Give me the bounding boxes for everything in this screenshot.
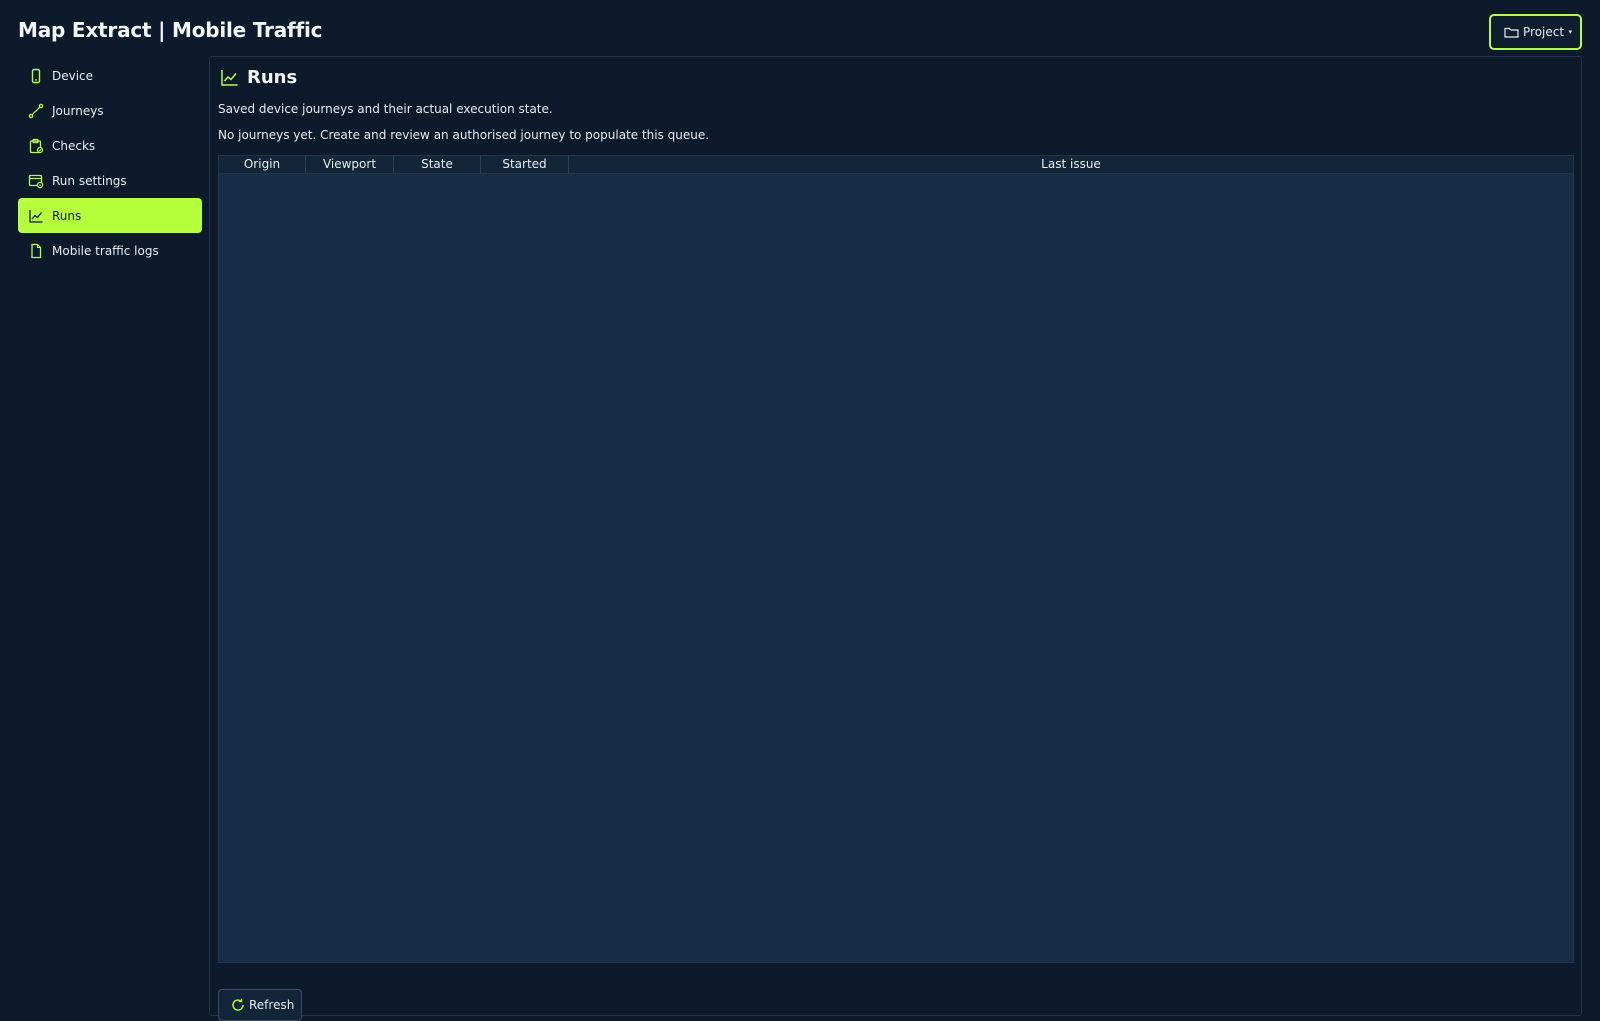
phone-icon	[28, 68, 44, 84]
page-title-text: Runs	[247, 67, 298, 88]
column-header-started[interactable]: Started	[481, 156, 569, 173]
settings-window-icon	[28, 173, 44, 189]
file-icon	[28, 243, 44, 259]
page-description: Saved device journeys and their actual e…	[218, 102, 553, 116]
page-title: Runs	[220, 67, 297, 88]
refresh-label: Refresh	[249, 998, 295, 1012]
column-header-viewport[interactable]: Viewport	[306, 156, 394, 173]
sidebar-item-label: Mobile traffic logs	[52, 243, 159, 258]
column-header-last-issue[interactable]: Last issue	[569, 156, 1573, 173]
sidebar-item-label: Device	[52, 68, 94, 83]
sidebar-item-runs[interactable]: Runs	[18, 198, 202, 233]
line-chart-icon	[28, 208, 44, 224]
project-label: Project	[1523, 25, 1565, 39]
sidebar-item-label: Run settings	[52, 173, 127, 188]
line-chart-icon	[220, 68, 239, 87]
runs-panel: Runs Saved device journeys and their act…	[209, 56, 1582, 1021]
chevron-down-icon: ▾	[1568, 28, 1572, 36]
sidebar: Device Journeys Checks Run settings Runs…	[18, 58, 202, 1004]
app-title: Map Extract | Mobile Traffic	[18, 18, 323, 42]
refresh-button[interactable]: Refresh	[218, 989, 302, 1021]
route-icon	[28, 103, 44, 119]
sidebar-item-checks[interactable]: Checks	[18, 128, 202, 163]
runs-table: Origin Viewport State Started Last issue	[218, 155, 1574, 963]
refresh-icon	[231, 998, 245, 1012]
column-header-origin[interactable]: Origin	[219, 156, 306, 173]
sidebar-item-journeys[interactable]: Journeys	[18, 93, 202, 128]
sidebar-item-label: Runs	[52, 208, 82, 223]
folder-icon	[1504, 26, 1519, 38]
empty-state-message: No journeys yet. Create and review an au…	[218, 128, 710, 142]
sidebar-item-label: Checks	[52, 138, 96, 153]
sidebar-item-label: Journeys	[52, 103, 104, 118]
column-header-state[interactable]: State	[394, 156, 481, 173]
sidebar-item-run-settings[interactable]: Run settings	[18, 163, 202, 198]
clipboard-check-icon	[28, 138, 44, 154]
sidebar-item-mobile-traffic-logs[interactable]: Mobile traffic logs	[18, 233, 202, 268]
sidebar-item-device[interactable]: Device	[18, 58, 202, 93]
table-header: Origin Viewport State Started Last issue	[219, 156, 1573, 174]
project-dropdown-button[interactable]: Project ▾	[1489, 14, 1582, 50]
